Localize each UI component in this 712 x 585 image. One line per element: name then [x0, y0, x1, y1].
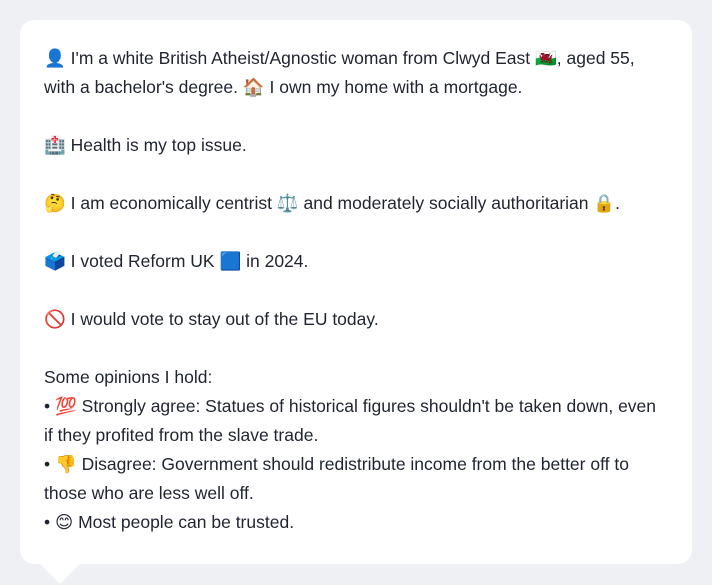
opinion-item: • 💯 Strongly agree: Statues of historica…	[44, 396, 657, 445]
opinion-item: • 😊 Most people can be trusted.	[44, 512, 295, 532]
eu-vote-text: 🚫 I would vote to stay out of the EU tod…	[44, 309, 379, 329]
opinions-heading: Some opinions I hold:	[44, 367, 213, 387]
persona-intro-text: 👤 I'm a white British Atheist/Agnostic w…	[44, 48, 635, 97]
vote-2024-text: 🗳️ I voted Reform UK 🟦 in 2024.	[44, 251, 309, 271]
opinions-section: Some opinions I hold: • 💯 Strongly agree…	[44, 363, 668, 537]
opinion-item: • 👎 Disagree: Government should redistri…	[44, 454, 629, 503]
top-issue-text: 🏥 Health is my top issue.	[44, 135, 247, 155]
ideology-text: 🤔 I am economically centrist ⚖️ and mode…	[44, 193, 621, 213]
speech-bubble-tail	[40, 564, 80, 584]
persona-message-card: 👤 I'm a white British Atheist/Agnostic w…	[20, 20, 692, 564]
